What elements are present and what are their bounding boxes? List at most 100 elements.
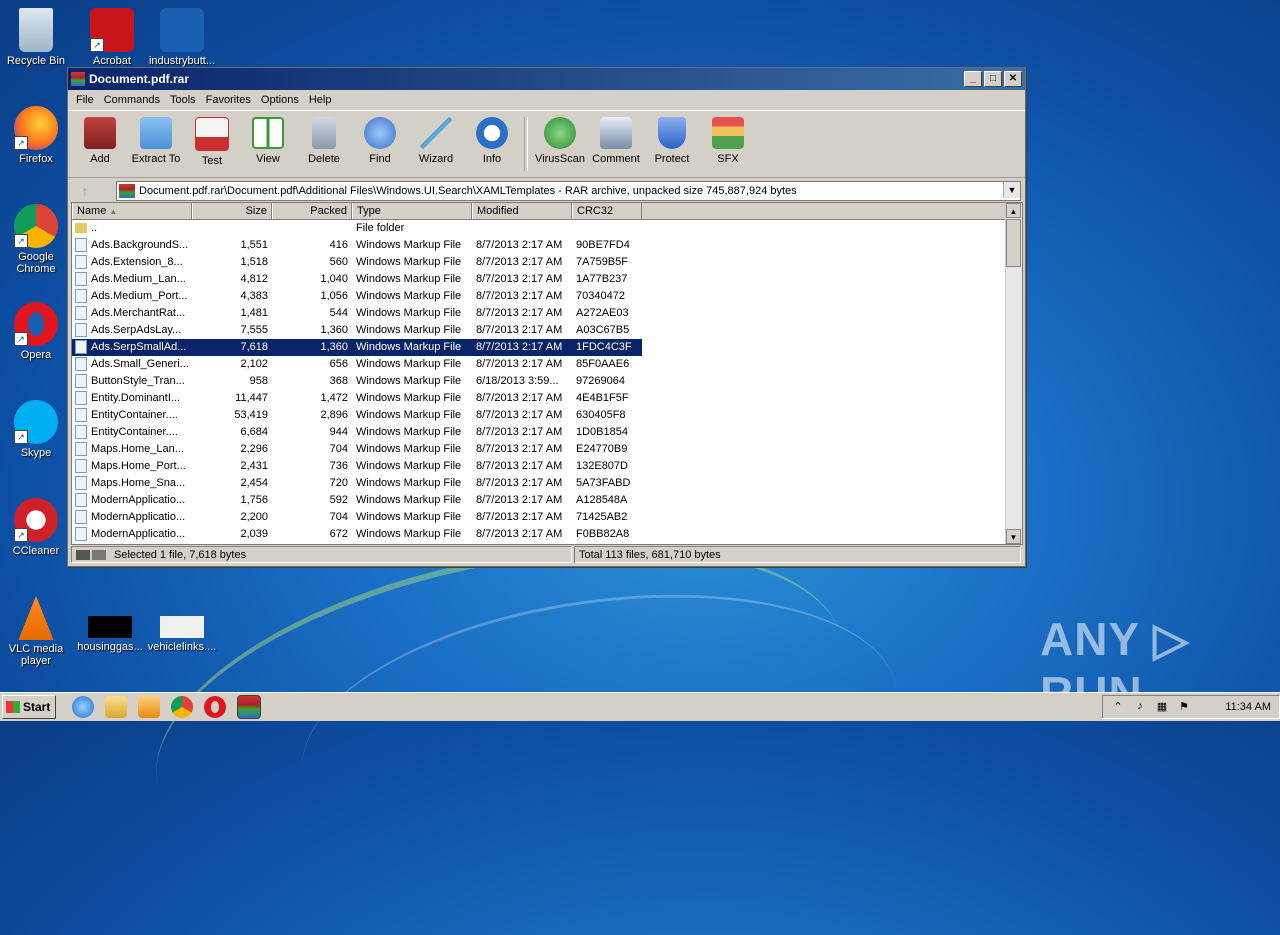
- minimize-button[interactable]: _: [964, 71, 982, 87]
- desktop-icon-skype[interactable]: ↗ Skype: [0, 400, 72, 459]
- shortcut-arrow-icon: ↗: [14, 528, 28, 542]
- wizard-button[interactable]: Wizard: [408, 115, 464, 165]
- view-button[interactable]: View: [240, 115, 296, 165]
- clock[interactable]: 11:34 AM: [1225, 701, 1271, 713]
- desktop-icon-vlc[interactable]: VLC media player: [0, 596, 72, 667]
- tray-expand-icon[interactable]: ⌃: [1111, 700, 1125, 714]
- shortcut-arrow-icon: ↗: [14, 136, 28, 150]
- column-headers: Name ▲ Size Packed Type Modified CRC32: [72, 203, 1022, 220]
- file-size-cell: 2,431: [240, 460, 268, 472]
- file-type-cell: Windows Markup File: [356, 494, 462, 506]
- file-type-cell: File folder: [356, 222, 405, 234]
- file-size-cell: 53,419: [234, 409, 268, 421]
- column-name[interactable]: Name ▲: [72, 203, 192, 219]
- menu-options[interactable]: Options: [256, 94, 304, 106]
- volume-icon[interactable]: ♪: [1133, 700, 1147, 714]
- desktop-icon-ccleaner[interactable]: ↗ CCleaner: [0, 498, 72, 557]
- winrar-window[interactable]: Document.pdf.rar _ □ ✕ File Commands Too…: [67, 67, 1026, 567]
- scroll-down-icon[interactable]: ▼: [1006, 529, 1021, 544]
- menu-help[interactable]: Help: [304, 94, 337, 106]
- desktop-icon-vehiclelinks[interactable]: vehiclelinks....: [146, 616, 218, 653]
- desktop-icon-industrybutt[interactable]: industrybutt...: [146, 8, 218, 67]
- vertical-scrollbar[interactable]: ▲ ▼: [1005, 203, 1022, 544]
- file-name-cell: Ads.Extension_8...: [72, 254, 192, 271]
- test-button[interactable]: Test: [184, 115, 240, 167]
- file-row[interactable]: Maps.Home_Port... 2,431 736 Windows Markup …: [72, 458, 1022, 475]
- chrome-icon[interactable]: [171, 696, 193, 718]
- title-bar[interactable]: Document.pdf.rar _ □ ✕: [68, 68, 1025, 90]
- column-type[interactable]: Type: [352, 203, 472, 219]
- scroll-up-icon[interactable]: ▲: [1006, 203, 1021, 218]
- network-icon[interactable]: ▦: [1155, 700, 1169, 714]
- file-row[interactable]: Maps.Home_Sna... 2,454 720 Windows Markup F…: [72, 475, 1022, 492]
- find-button[interactable]: Find: [352, 115, 408, 165]
- file-row[interactable]: Ads.SerpAdsLay... 7,555 1,360 Windows Marku…: [72, 322, 1022, 339]
- file-row[interactable]: Ads.MerchantRat... 1,481 544 Windows Markup…: [72, 305, 1022, 322]
- path-field[interactable]: Document.pdf.rar\Document.pdf\Additional…: [116, 181, 1021, 201]
- chevron-down-icon[interactable]: ▼: [1003, 182, 1020, 198]
- menu-favorites[interactable]: Favorites: [201, 94, 256, 106]
- column-packed[interactable]: Packed: [272, 203, 352, 219]
- file-row[interactable]: Ads.SerpSmallAd... 7,618 1,360 Windows Mark…: [72, 339, 1022, 356]
- file-row[interactable]: Ads.Small_Generi... 2,102 656 Windows Marku…: [72, 356, 1022, 373]
- xaml-file-icon: [75, 425, 87, 440]
- media-player-icon[interactable]: [138, 696, 160, 718]
- crc32-cell: A128548A: [576, 494, 628, 506]
- start-button[interactable]: Start: [2, 695, 56, 719]
- column-crc32[interactable]: CRC32: [572, 203, 642, 219]
- file-row[interactable]: EntityContainer.... 53,419 2,896 Windows Ma…: [72, 407, 1022, 424]
- explorer-folder-icon[interactable]: [105, 696, 127, 718]
- ie-icon[interactable]: [72, 696, 94, 718]
- virusscan-button[interactable]: VirusScan: [532, 115, 588, 165]
- sfx-button[interactable]: SFX: [700, 115, 756, 165]
- desktop-icon-chrome[interactable]: ↗ Google Chrome: [0, 204, 72, 275]
- address-bar: ↑ Document.pdf.rar\Document.pdf\Addition…: [68, 178, 1025, 204]
- desktop-icon-housinggas[interactable]: housinggas...: [74, 616, 146, 653]
- opera-icon[interactable]: [204, 696, 226, 718]
- modified-cell: 8/7/2013 2:17 AM: [476, 392, 563, 404]
- action-center-flag-icon[interactable]: ⚑: [1177, 700, 1191, 714]
- file-name-cell: Ads.Medium_Port...: [72, 288, 192, 305]
- menu-file[interactable]: File: [71, 94, 99, 106]
- delete-button[interactable]: Delete: [296, 115, 352, 165]
- file-row[interactable]: Ads.BackgroundS... 1,551 416 Windows Markup…: [72, 237, 1022, 254]
- file-size-cell: 7,555: [240, 324, 268, 336]
- file-row[interactable]: ModernApplicatio... 1,756 592 Windows Marku…: [72, 492, 1022, 509]
- desktop-icon-acrobat[interactable]: ↗ Acrobat: [76, 8, 148, 67]
- column-modified[interactable]: Modified: [472, 203, 572, 219]
- file-row[interactable]: Ads.Medium_Port... 4,383 1,056 Windows Mark…: [72, 288, 1022, 305]
- up-arrow-icon[interactable]: ↑: [72, 181, 98, 201]
- comment-button[interactable]: Comment: [588, 115, 644, 165]
- file-list[interactable]: Name ▲ Size Packed Type Modified CRC32 .…: [71, 202, 1023, 545]
- path-text: Document.pdf.rar\Document.pdf\Additional…: [139, 185, 797, 197]
- file-row[interactable]: Maps.Home_Lan... 2,296 704 Windows Markup F…: [72, 441, 1022, 458]
- maximize-button[interactable]: □: [984, 71, 1002, 87]
- modified-cell: [472, 220, 572, 237]
- desktop-icon-recycle-bin[interactable]: Recycle Bin: [0, 8, 72, 67]
- sort-asc-icon: ▲: [109, 207, 118, 216]
- desktop-icon-opera[interactable]: ↗ Opera: [0, 302, 72, 361]
- file-row[interactable]: ModernApplicatio... 2,200 704 Windows Marku…: [72, 509, 1022, 526]
- desktop-icon-firefox[interactable]: ↗ Firefox: [0, 106, 72, 165]
- extract-to-button[interactable]: Extract To: [128, 115, 184, 165]
- file-row[interactable]: ModernApplicatio... 2,039 672 Windows Marku…: [72, 526, 1022, 543]
- menu-tools[interactable]: Tools: [165, 94, 201, 106]
- file-row[interactable]: Ads.Medium_Lan... 4,812 1,040 Windows Marku…: [72, 271, 1022, 288]
- menu-commands[interactable]: Commands: [99, 94, 165, 106]
- file-row[interactable]: Entity.DominantI... 11,447 1,472 Windows Ma…: [72, 390, 1022, 407]
- file-row[interactable]: EntityContainer.... 6,684 944 Windows Marku…: [72, 424, 1022, 441]
- add-button[interactable]: Add: [72, 115, 128, 165]
- parent-folder-row[interactable]: .. File folder: [72, 220, 1022, 237]
- modified-cell: 8/7/2013 2:17 AM: [476, 511, 563, 523]
- file-size-cell: 7,618: [192, 339, 272, 356]
- protect-button[interactable]: Protect: [644, 115, 700, 165]
- file-row[interactable]: Ads.Extension_8... 1,518 560 Windows Markup…: [72, 254, 1022, 271]
- file-size-cell: 4,383: [240, 290, 268, 302]
- close-button[interactable]: ✕: [1004, 71, 1022, 87]
- modified-cell: 8/7/2013 2:17 AM: [476, 256, 563, 268]
- file-row[interactable]: ButtonStyle_Tran... 958 368 Windows Markup …: [72, 373, 1022, 390]
- column-size[interactable]: Size: [192, 203, 272, 219]
- winrar-taskbar-icon[interactable]: [237, 695, 261, 719]
- info-button[interactable]: Info: [464, 115, 520, 165]
- scroll-thumb[interactable]: [1006, 219, 1021, 267]
